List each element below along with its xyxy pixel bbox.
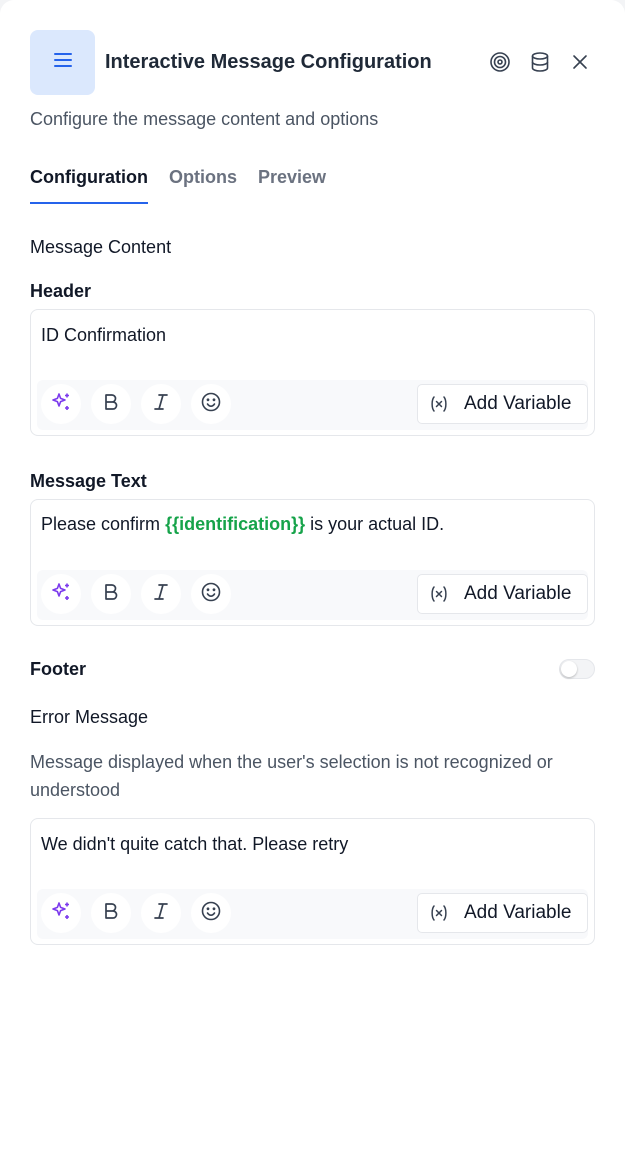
emoji-button[interactable] (191, 384, 231, 424)
emoji-button[interactable] (191, 893, 231, 933)
message-text-field-label: Message Text (30, 471, 147, 491)
variable-icon (428, 583, 450, 605)
italic-button[interactable] (141, 893, 181, 933)
bold-icon (101, 901, 121, 926)
menu-button[interactable] (30, 30, 95, 95)
ai-assist-button[interactable] (41, 893, 81, 933)
editor-toolbar: Add Variable (37, 380, 588, 430)
panel-header: Interactive Message Configuration (30, 30, 595, 95)
close-icon[interactable] (569, 51, 591, 73)
error-message-label: Error Message (30, 707, 149, 727)
header-editor[interactable]: ID Confirmation Add Variable (30, 309, 595, 436)
emoji-icon (200, 391, 222, 418)
variable-token: {{identification}} (165, 514, 306, 534)
add-variable-button[interactable]: Add Variable (417, 574, 588, 614)
message-text-input[interactable]: Please confirm {{identification}} is you… (41, 514, 444, 535)
target-icon[interactable] (489, 51, 511, 73)
bold-icon (101, 392, 121, 417)
variable-icon (428, 902, 450, 924)
sparkle-icon (50, 581, 72, 608)
sparkle-icon (50, 900, 72, 927)
header-field-label: Header (30, 281, 92, 301)
add-variable-label: Add Variable (464, 393, 572, 414)
editor-toolbar: Add Variable (37, 889, 588, 939)
tab-preview[interactable]: Preview (258, 166, 326, 204)
database-icon[interactable] (529, 51, 551, 73)
tab-configuration[interactable]: Configuration (30, 166, 148, 204)
add-variable-label: Add Variable (464, 902, 572, 923)
italic-icon (151, 582, 171, 607)
variable-icon (428, 393, 450, 415)
message-text-editor[interactable]: Please confirm {{identification}} is you… (30, 499, 595, 626)
emoji-icon (200, 900, 222, 927)
config-panel: Interactive Message Configuration Config… (0, 0, 625, 1173)
add-variable-button[interactable]: Add Variable (417, 384, 588, 424)
add-variable-button[interactable]: Add Variable (417, 893, 588, 933)
error-message-description: Message displayed when the user's select… (30, 752, 553, 800)
section-title: Message Content (30, 237, 172, 257)
bold-icon (101, 582, 121, 607)
add-variable-label: Add Variable (464, 583, 572, 604)
italic-icon (151, 901, 171, 926)
emoji-icon (200, 581, 222, 608)
page-subtitle: Configure the message content and option… (30, 109, 379, 129)
editor-toolbar: Add Variable (37, 570, 588, 620)
sparkle-icon (50, 391, 72, 418)
bold-button[interactable] (91, 384, 131, 424)
bold-button[interactable] (91, 574, 131, 614)
tab-bar: Configuration Options Preview (30, 166, 326, 206)
message-text-before: Please confirm (41, 514, 166, 534)
error-message-input[interactable]: We didn't quite catch that. Please retry (41, 834, 348, 855)
ai-assist-button[interactable] (41, 384, 81, 424)
emoji-button[interactable] (191, 574, 231, 614)
page-title: Interactive Message Configuration (105, 51, 432, 73)
footer-field-label: Footer (30, 659, 86, 679)
error-message-editor[interactable]: We didn't quite catch that. Please retry… (30, 818, 595, 945)
header-input[interactable]: ID Confirmation (41, 325, 166, 346)
footer-toggle[interactable] (559, 659, 595, 679)
italic-button[interactable] (141, 384, 181, 424)
italic-icon (151, 392, 171, 417)
menu-icon (52, 49, 74, 76)
message-text-after: is your actual ID. (305, 514, 445, 534)
toggle-knob (561, 661, 577, 677)
bold-button[interactable] (91, 893, 131, 933)
ai-assist-button[interactable] (41, 574, 81, 614)
tab-options[interactable]: Options (169, 166, 237, 204)
italic-button[interactable] (141, 574, 181, 614)
